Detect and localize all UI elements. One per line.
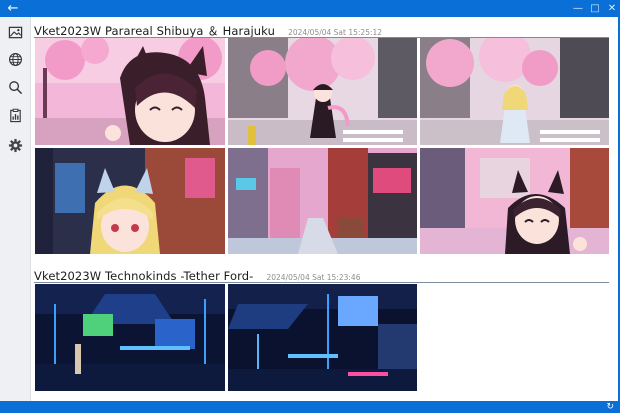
gallery-content: Vket2023W Parareal Shibuya ＆ Harajuku 20… (31, 17, 618, 401)
group-timestamp: 2024/05/04 Sat 15:25:12 (288, 28, 383, 37)
photo-thumbnail[interactable] (420, 148, 609, 254)
image-icon (8, 26, 22, 38)
group-title: Vket2023W Technokinds -Tether Ford- (34, 269, 254, 283)
sidebar-item-gallery[interactable] (4, 21, 26, 43)
gear-icon (8, 138, 22, 152)
group-timestamp: 2024/05/04 Sat 15:23:46 (266, 273, 361, 282)
sidebar (0, 17, 31, 401)
photo-image (228, 148, 417, 254)
search-icon (8, 80, 22, 94)
globe-icon (8, 52, 22, 66)
photo-thumbnail[interactable] (228, 148, 417, 254)
sidebar-item-world[interactable] (4, 48, 26, 70)
photo-image (420, 148, 609, 254)
photo-image (35, 38, 225, 145)
photo-image (228, 38, 417, 145)
photo-image (35, 284, 225, 391)
photo-thumbnail[interactable] (35, 284, 225, 391)
maximize-button[interactable]: □ (587, 0, 603, 17)
photo-thumbnail[interactable] (35, 38, 225, 145)
photo-thumbnail[interactable] (35, 148, 225, 254)
group-title: Vket2023W Parareal Shibuya ＆ Harajuku (34, 24, 275, 38)
sidebar-item-search[interactable] (4, 76, 26, 98)
photo-thumbnail[interactable] (420, 38, 609, 145)
photo-thumbnail[interactable] (228, 284, 417, 391)
close-button[interactable]: ✕ (604, 0, 620, 17)
photo-thumbnail[interactable] (228, 38, 417, 145)
clipboard-chart-icon (9, 108, 21, 122)
sidebar-item-settings[interactable] (4, 134, 26, 156)
group-divider (34, 282, 609, 283)
refresh-icon[interactable]: ↻ (606, 401, 614, 413)
status-bar: ↻ (0, 401, 620, 413)
app-window: ← — □ ✕ Vket2023W Parareal Shibuya ＆ Har… (0, 0, 620, 413)
group-header: Vket2023W Parareal Shibuya ＆ Harajuku 20… (34, 20, 382, 38)
photo-image (420, 38, 609, 145)
photo-image (228, 284, 417, 391)
back-button[interactable]: ← (4, 1, 22, 16)
sidebar-item-report[interactable] (4, 104, 26, 126)
group-header: Vket2023W Technokinds -Tether Ford- 2024… (34, 265, 360, 283)
photo-image (35, 148, 225, 254)
minimize-button[interactable]: — (570, 0, 586, 17)
title-bar: ← — □ ✕ (0, 0, 620, 17)
